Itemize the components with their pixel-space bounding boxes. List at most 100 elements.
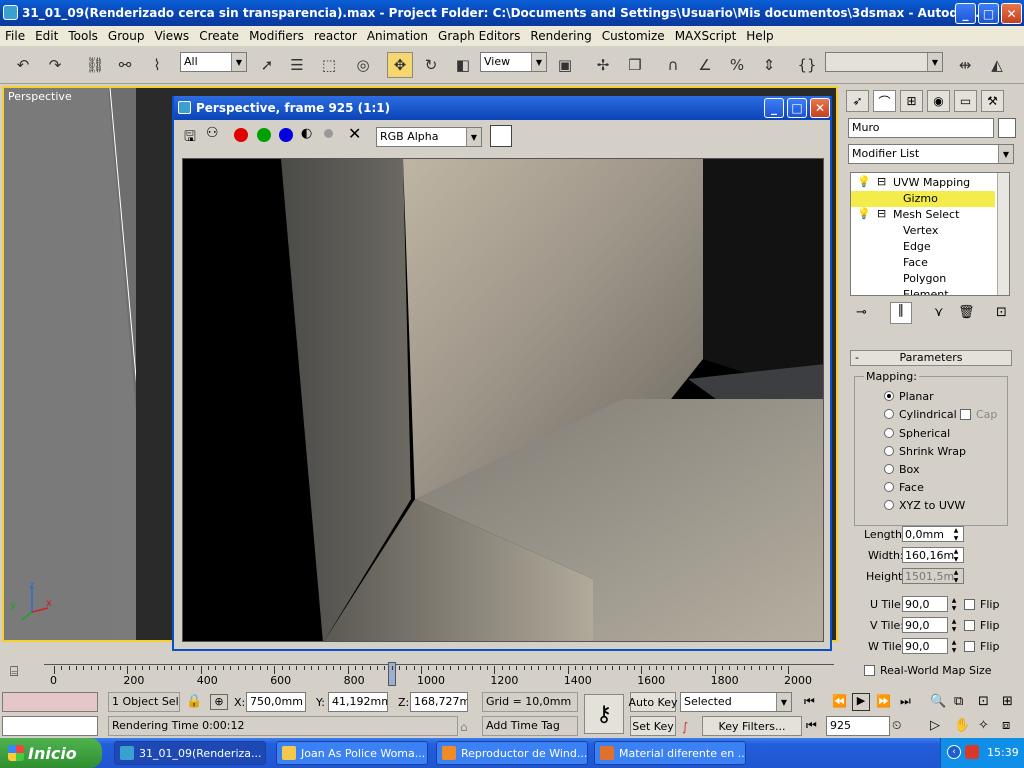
- mapping-radio-shrink-wrap[interactable]: Shrink Wrap: [884, 445, 966, 458]
- alpha-channel-icon[interactable]: [324, 129, 333, 138]
- menu-file[interactable]: File: [0, 29, 30, 43]
- field-of-view-icon[interactable]: ▷: [930, 718, 940, 733]
- v-flip-checkbox[interactable]: Flip: [964, 619, 999, 632]
- stack-item-vertex[interactable]: Vertex: [851, 223, 995, 239]
- default-in-out-tangent-icon[interactable]: ∫: [682, 720, 688, 734]
- stack-item-edge[interactable]: Edge: [851, 239, 995, 255]
- maxscript-listener-pink[interactable]: [2, 692, 98, 712]
- pin-stack-icon[interactable]: ⊸: [856, 305, 867, 320]
- hierarchy-tab-icon[interactable]: ⊞: [900, 90, 923, 112]
- previous-frame-icon[interactable]: ⏪: [832, 694, 847, 708]
- stack-item-gizmo[interactable]: Gizmo: [851, 191, 995, 207]
- absolute-mode-icon[interactable]: ⊕: [210, 694, 228, 710]
- stack-item-face[interactable]: Face: [851, 255, 995, 271]
- stack-item-polygon[interactable]: Polygon: [851, 271, 995, 287]
- color-swatch[interactable]: [490, 125, 512, 147]
- spinner-arrows-icon[interactable]: ▲ ▼: [950, 618, 958, 634]
- minimize-button[interactable]: _: [955, 3, 976, 24]
- motion-tab-icon[interactable]: ◉: [927, 90, 950, 112]
- taskbar-button[interactable]: 31_01_09(Renderiza...: [114, 741, 266, 765]
- u-tile-spinner[interactable]: 90,0: [902, 596, 948, 612]
- mapping-radio-box[interactable]: Box: [884, 463, 919, 476]
- v-tile-spinner[interactable]: 90,0: [902, 617, 948, 633]
- create-tab-icon[interactable]: ➶: [846, 90, 869, 112]
- key-mode-toggle-icon[interactable]: ⏮: [806, 718, 817, 733]
- maxscript-listener-white[interactable]: [2, 716, 98, 736]
- stack-item-element[interactable]: Element: [851, 287, 995, 295]
- select-object-icon[interactable]: ➚: [254, 52, 280, 78]
- spinner-arrows-icon[interactable]: ▲ ▼: [952, 527, 960, 543]
- w-flip-checkbox[interactable]: Flip: [964, 640, 999, 653]
- bind-to-space-warp-icon[interactable]: ⌇: [144, 52, 170, 78]
- cap-checkbox[interactable]: Cap: [960, 408, 997, 421]
- add-time-tag-button[interactable]: Add Time Tag: [482, 716, 578, 736]
- show-hidden-icons-icon[interactable]: ‹: [947, 745, 961, 759]
- menu-help[interactable]: Help: [741, 29, 778, 43]
- select-by-name-icon[interactable]: ☰: [284, 52, 310, 78]
- menu-create[interactable]: Create: [194, 29, 244, 43]
- stack-item-uvw-mapping[interactable]: 💡 ⊟ UVW Mapping: [851, 175, 995, 191]
- lock-icon[interactable]: 🔒: [186, 694, 202, 709]
- menu-modifiers[interactable]: Modifiers: [244, 29, 309, 43]
- display-channel-dropdown[interactable]: RGB Alpha ▼: [376, 127, 482, 147]
- x-coordinate-field[interactable]: 750,0mm: [246, 692, 306, 712]
- mirror-icon[interactable]: ⇹: [952, 52, 978, 78]
- mapping-radio-face[interactable]: Face: [884, 481, 924, 494]
- parameters-rollout-header[interactable]: - Parameters: [850, 350, 1012, 366]
- app-icon[interactable]: [3, 5, 18, 20]
- select-and-move-icon[interactable]: ✥: [387, 52, 413, 78]
- mapping-radio-xyz-to-uvw[interactable]: XYZ to UVW: [884, 499, 965, 512]
- render-minimize-button[interactable]: _: [764, 98, 784, 118]
- menu-graph-editors[interactable]: Graph Editors: [433, 29, 525, 43]
- maximize-button[interactable]: □: [978, 3, 999, 24]
- menu-reactor[interactable]: reactor: [309, 29, 362, 43]
- rendered-frame-window[interactable]: Perspective, frame 925 (1:1) _ □ ✕ 🖫 ⚇ ◐…: [172, 96, 832, 651]
- real-world-map-size-checkbox[interactable]: Real-World Map Size: [864, 664, 992, 677]
- keyboard-shortcut-override-icon[interactable]: ❒: [622, 52, 648, 78]
- collapse-icon[interactable]: ⊟: [877, 207, 886, 220]
- window-crossing-icon[interactable]: ◎: [350, 52, 376, 78]
- maximize-viewport-icon[interactable]: ⧈: [1002, 718, 1010, 733]
- play-icon[interactable]: ▶: [852, 693, 870, 711]
- unlink-icon[interactable]: ⚯: [112, 52, 138, 78]
- utilities-tab-icon[interactable]: ⚒: [981, 90, 1004, 112]
- z-coordinate-field[interactable]: 168,727mm: [410, 692, 468, 712]
- red-channel-icon[interactable]: [234, 128, 248, 142]
- tray-app-icon[interactable]: [965, 745, 979, 759]
- menu-edit[interactable]: Edit: [30, 29, 63, 43]
- monochrome-icon[interactable]: ◐: [301, 126, 312, 141]
- start-button[interactable]: Inicio: [0, 738, 102, 768]
- viewport-label[interactable]: Perspective: [8, 90, 72, 103]
- current-frame-field[interactable]: 925: [826, 716, 890, 736]
- menu-maxscript[interactable]: MAXScript: [670, 29, 742, 43]
- remove-modifier-icon[interactable]: 🗑: [958, 305, 975, 320]
- select-and-manipulate-icon[interactable]: ✢: [590, 52, 616, 78]
- y-coordinate-field[interactable]: 41,192mm: [328, 692, 388, 712]
- arc-rotate-icon[interactable]: ✧: [978, 718, 989, 733]
- set-key-button[interactable]: Set Key: [630, 716, 676, 736]
- percent-snap-icon[interactable]: %: [724, 52, 750, 78]
- green-channel-icon[interactable]: [257, 128, 271, 142]
- redo-icon[interactable]: ↷: [42, 52, 68, 78]
- rectangular-selection-icon[interactable]: ⬚: [316, 52, 342, 78]
- render-maximize-button[interactable]: □: [787, 98, 807, 118]
- menu-customize[interactable]: Customize: [597, 29, 670, 43]
- save-bitmap-icon[interactable]: 🖫: [184, 126, 196, 150]
- clear-icon[interactable]: ✕: [348, 124, 361, 143]
- render-window-titlebar[interactable]: Perspective, frame 925 (1:1) _ □ ✕: [174, 96, 830, 120]
- zoom-extents-all-icon[interactable]: ⊞: [1002, 694, 1013, 709]
- taskbar-button[interactable]: Material diferente en ...: [594, 741, 746, 765]
- zoom-all-icon[interactable]: ⧉: [954, 694, 963, 709]
- select-and-link-icon[interactable]: ⛓: [82, 52, 108, 78]
- align-icon[interactable]: ◭: [984, 52, 1010, 78]
- object-color-swatch[interactable]: [998, 118, 1016, 138]
- spinner-snap-icon[interactable]: ⇕: [756, 52, 782, 78]
- lightbulb-icon[interactable]: 💡: [857, 207, 871, 220]
- spinner-arrows-icon[interactable]: ▲ ▼: [950, 639, 958, 655]
- clone-window-icon[interactable]: ⚇: [206, 125, 219, 141]
- menu-group[interactable]: Group: [103, 29, 150, 43]
- taskbar-button[interactable]: Reproductor de Wind...: [436, 741, 588, 765]
- lightbulb-icon[interactable]: 💡: [857, 175, 871, 188]
- object-name-field[interactable]: Muro: [848, 118, 994, 138]
- reference-coordinate-dropdown[interactable]: View ▼: [480, 52, 547, 72]
